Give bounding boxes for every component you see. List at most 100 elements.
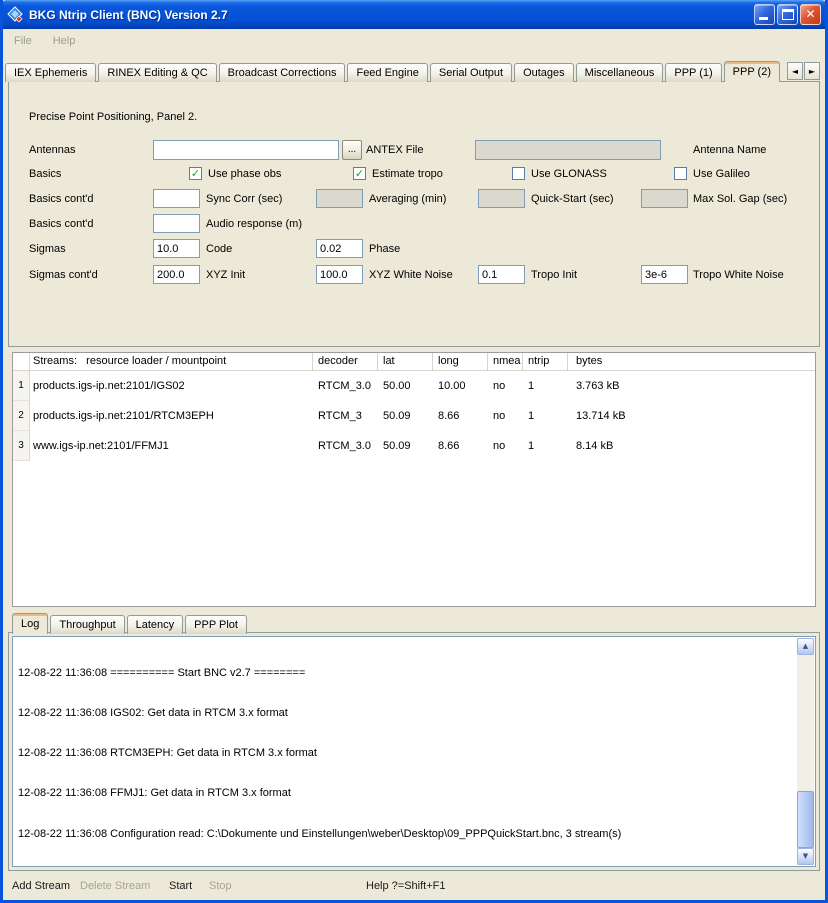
log-line: 12-08-22 11:36:08 ========== Start BNC v…: [18, 667, 793, 680]
tab-ppp-1[interactable]: PPP (1): [665, 63, 721, 82]
xyz-init-label: XYZ Init: [206, 268, 245, 282]
bottom-tab-bar: Log Throughput Latency PPP Plot: [12, 613, 249, 634]
streams-table-header: Streams: resource loader / mountpoint de…: [13, 353, 815, 371]
header-bytes[interactable]: bytes: [568, 353, 815, 370]
start-button[interactable]: Start: [169, 880, 192, 892]
cell-decoder: RTCM_3.0: [313, 371, 378, 401]
estimate-tropo-label: Estimate tropo: [372, 167, 443, 181]
stop-button: Stop: [209, 880, 232, 892]
table-row[interactable]: 1 products.igs-ip.net:2101/IGS02 RTCM_3.…: [13, 371, 815, 401]
header-decoder[interactable]: decoder: [313, 353, 378, 370]
cell-mountpoint: www.igs-ip.net:2101/FFMJ1: [30, 431, 313, 461]
close-icon: ✕: [805, 7, 815, 21]
panel-description: Precise Point Positioning, Panel 2.: [29, 110, 197, 124]
header-mountpoint[interactable]: Streams: resource loader / mountpoint: [30, 353, 313, 370]
tab-outages[interactable]: Outages: [514, 63, 574, 82]
cell-long: 8.66: [433, 431, 488, 461]
cell-lat: 50.00: [378, 371, 433, 401]
menu-bar: File Help: [3, 29, 825, 52]
use-glonass-checkbox[interactable]: [512, 167, 525, 180]
quick-start-input: [478, 189, 525, 208]
cell-mountpoint: products.igs-ip.net:2101/RTCM3EPH: [30, 401, 313, 431]
row-number: 3: [13, 431, 30, 461]
cell-ntrip: 1: [523, 371, 568, 401]
tab-ppp-2[interactable]: PPP (2): [724, 61, 780, 82]
sigma-phase-label: Phase: [369, 242, 400, 256]
estimate-tropo-checkbox[interactable]: ✓: [353, 167, 366, 180]
cell-nmea: no: [488, 431, 523, 461]
log-scrollbar[interactable]: ▲ ▼: [797, 638, 814, 865]
tropo-white-noise-input[interactable]: [641, 265, 688, 284]
tab-feed-engine[interactable]: Feed Engine: [347, 63, 427, 82]
tab-rinex-editing-qc[interactable]: RINEX Editing & QC: [98, 63, 216, 82]
tab-iex-ephemeris[interactable]: IEX Ephemeris: [5, 63, 96, 82]
header-ntrip[interactable]: ntrip: [523, 353, 568, 370]
scrollbar-thumb[interactable]: [797, 791, 814, 848]
row-number: 2: [13, 401, 30, 431]
tropo-init-label: Tropo Init: [531, 268, 577, 282]
add-stream-button[interactable]: Add Stream: [12, 880, 70, 892]
title-bar[interactable]: BKG Ntrip Client (BNC) Version 2.7 ✕: [0, 0, 828, 29]
tab-scroll-buttons: ◄ ►: [786, 62, 820, 80]
use-galileo-checkbox[interactable]: [674, 167, 687, 180]
log-output: 12-08-22 11:36:08 ========== Start BNC v…: [18, 640, 793, 864]
cell-lat: 50.09: [378, 431, 433, 461]
tab-miscellaneous[interactable]: Miscellaneous: [576, 63, 664, 82]
cell-bytes: 8.14 kB: [568, 431, 815, 461]
sigma-code-label: Code: [206, 242, 232, 256]
table-row[interactable]: 2 products.igs-ip.net:2101/RTCM3EPH RTCM…: [13, 401, 815, 431]
tab-serial-output[interactable]: Serial Output: [430, 63, 512, 82]
tab-broadcast-corrections[interactable]: Broadcast Corrections: [219, 63, 346, 82]
tab-throughput[interactable]: Throughput: [50, 615, 124, 634]
audio-response-label: Audio response (m): [206, 217, 302, 231]
tropo-init-input[interactable]: [478, 265, 525, 284]
menu-file[interactable]: File: [12, 33, 34, 49]
delete-stream-button: Delete Stream: [80, 880, 150, 892]
header-nmea[interactable]: nmea: [488, 353, 523, 370]
menu-help[interactable]: Help: [51, 33, 78, 49]
sigma-code-input[interactable]: [153, 239, 200, 258]
antex-file-label: ANTEX File: [366, 143, 423, 157]
use-galileo-label: Use Galileo: [693, 167, 750, 181]
averaging-input: [316, 189, 363, 208]
averaging-label: Averaging (min): [369, 192, 446, 206]
scroll-up-icon[interactable]: ▲: [797, 638, 814, 655]
cell-nmea: no: [488, 401, 523, 431]
audio-response-input[interactable]: [153, 214, 200, 233]
xyz-white-noise-input[interactable]: [316, 265, 363, 284]
app-icon: [7, 6, 24, 23]
maximize-button[interactable]: [777, 4, 798, 25]
use-phase-obs-label: Use phase obs: [208, 167, 281, 181]
table-row[interactable]: 3 www.igs-ip.net:2101/FFMJ1 RTCM_3.0 50.…: [13, 431, 815, 461]
header-long[interactable]: long: [433, 353, 488, 370]
close-button[interactable]: ✕: [800, 4, 821, 25]
tab-scroll-left-icon[interactable]: ◄: [787, 62, 803, 80]
header-lat[interactable]: lat: [378, 353, 433, 370]
cell-bytes: 13.714 kB: [568, 401, 815, 431]
tab-scroll-right-icon[interactable]: ►: [804, 62, 820, 80]
tropo-white-noise-label: Tropo White Noise: [693, 268, 784, 282]
log-box: 12-08-22 11:36:08 ========== Start BNC v…: [12, 636, 816, 867]
sigma-phase-input[interactable]: [316, 239, 363, 258]
log-line: 12-08-22 11:36:08 FFMJ1: Get data in RTC…: [18, 787, 793, 800]
minimize-button[interactable]: [754, 4, 775, 25]
antennas-input[interactable]: [153, 140, 339, 160]
max-sol-gap-label: Max Sol. Gap (sec): [693, 192, 787, 206]
tab-latency[interactable]: Latency: [127, 615, 184, 634]
log-line: 12-08-22 11:36:08 IGS02: Get data in RTC…: [18, 707, 793, 720]
sync-corr-label: Sync Corr (sec): [206, 192, 282, 206]
xyz-init-input[interactable]: [153, 265, 200, 284]
ppp2-panel: Precise Point Positioning, Panel 2. Ante…: [8, 81, 820, 347]
antennas-label: Antennas: [29, 143, 75, 157]
antex-browse-button[interactable]: ...: [342, 140, 362, 160]
use-glonass-label: Use GLONASS: [531, 167, 607, 181]
cell-decoder: RTCM_3: [313, 401, 378, 431]
sync-corr-input[interactable]: [153, 189, 200, 208]
max-sol-gap-input: [641, 189, 688, 208]
cell-ntrip: 1: [523, 401, 568, 431]
antex-file-input: [475, 140, 661, 160]
use-phase-obs-checkbox[interactable]: ✓: [189, 167, 202, 180]
scroll-down-icon[interactable]: ▼: [797, 848, 814, 865]
tab-log[interactable]: Log: [12, 613, 48, 634]
tab-ppp-plot[interactable]: PPP Plot: [185, 615, 247, 634]
